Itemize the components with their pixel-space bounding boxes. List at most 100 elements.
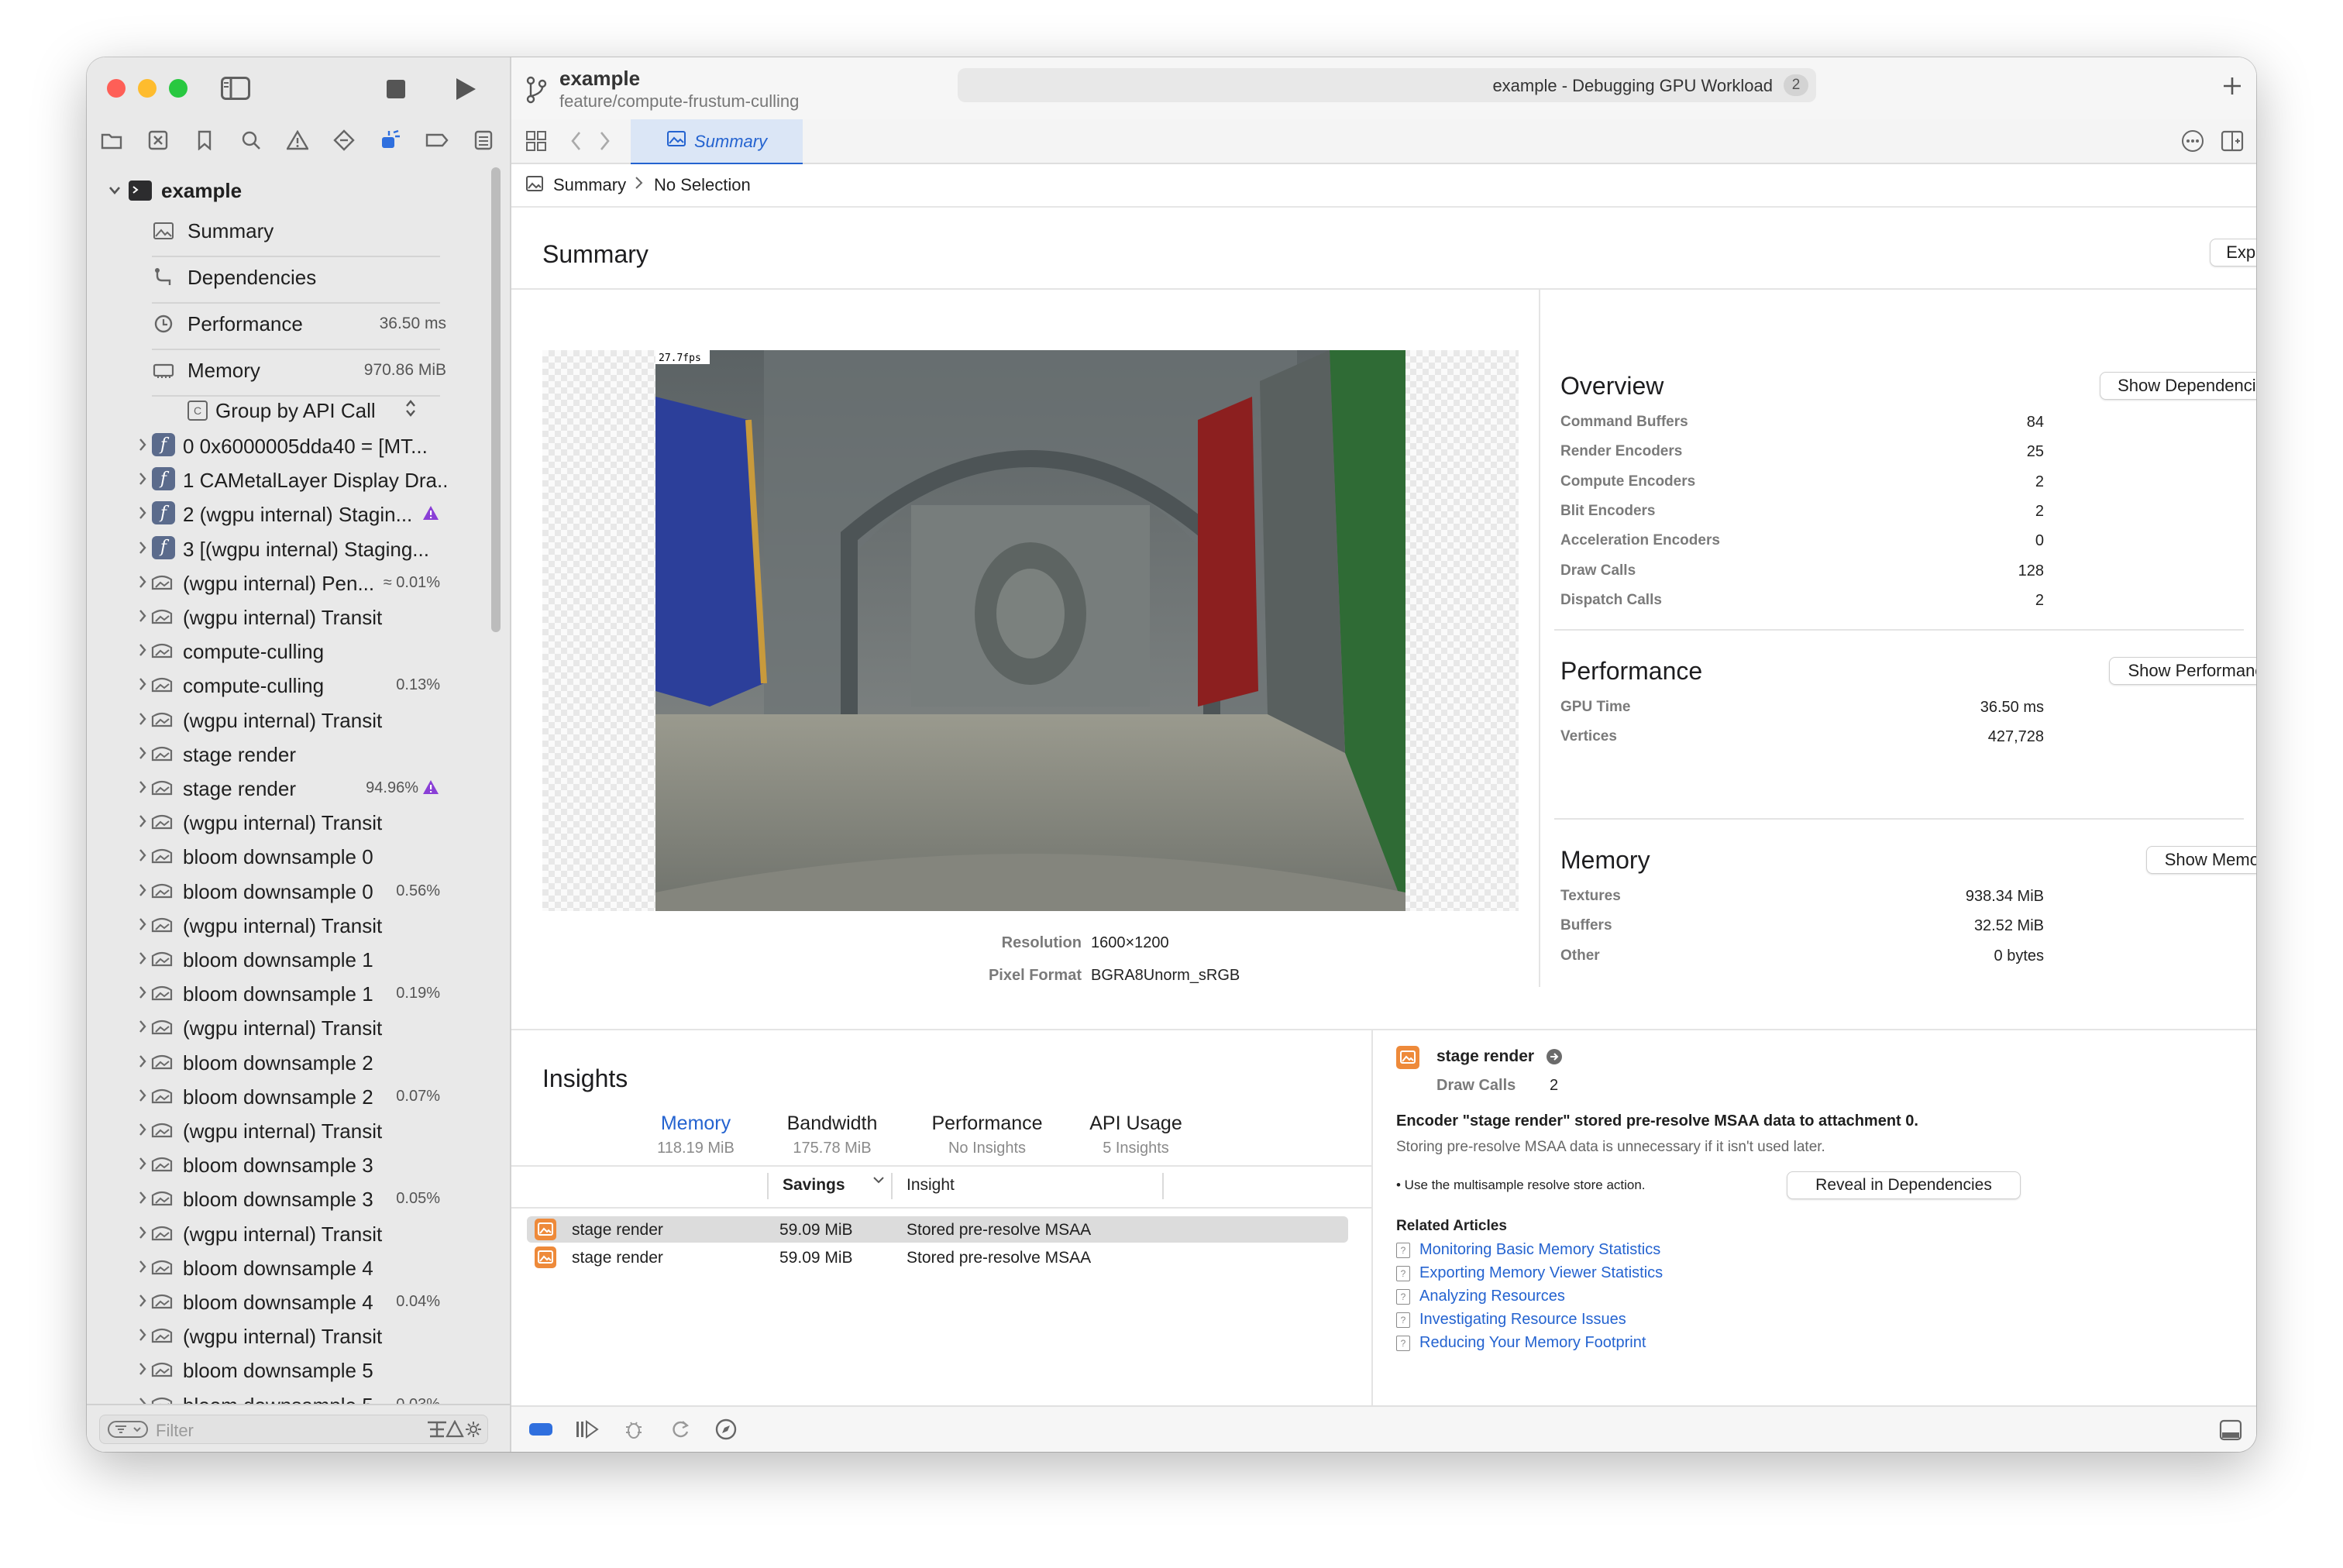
compass-icon[interactable] <box>714 1418 738 1445</box>
panel-toggle-icon[interactable] <box>2219 1419 2242 1445</box>
sidebar-item-summary[interactable]: Summary <box>87 214 490 248</box>
tree-row[interactable]: bloom downsample 0 <box>87 838 490 872</box>
tree-row[interactable]: (wgpu internal) Transit <box>87 804 490 838</box>
run-icon[interactable] <box>452 76 479 102</box>
zoom-window-button[interactable] <box>169 79 188 98</box>
bookmark-icon[interactable] <box>189 122 220 158</box>
tree-row[interactable]: (wgpu internal) Transit <box>87 907 490 941</box>
chevron-right-icon[interactable] <box>135 848 150 863</box>
sidebar-item-performance[interactable]: Performance 36.50 ms <box>87 307 490 341</box>
breakpoint-icon[interactable] <box>421 122 452 158</box>
tree-row[interactable]: f 0 0x6000005dda40 = [MT... <box>87 428 490 462</box>
warning-filter-icon[interactable] <box>446 1419 464 1442</box>
show-memory-button[interactable]: Show Memory <box>2146 846 2256 874</box>
chevron-right-icon[interactable] <box>135 471 150 487</box>
sidebar-toggle-icon[interactable] <box>218 74 253 102</box>
updown-chevron-icon[interactable] <box>404 398 417 424</box>
stop-icon[interactable] <box>384 77 408 101</box>
warning-icon[interactable] <box>421 504 440 522</box>
insight-tab-bandwidth[interactable]: Bandwidth 175.78 MiB <box>747 1112 917 1157</box>
search-icon[interactable] <box>236 122 267 158</box>
continue-icon[interactable] <box>575 1419 600 1443</box>
issue-warning-icon[interactable] <box>282 122 313 158</box>
chevron-right-icon[interactable] <box>135 437 150 452</box>
chevron-right-icon[interactable] <box>135 1225 150 1240</box>
tree-row[interactable]: bloom downsample 1 <box>87 941 490 975</box>
chevron-right-icon[interactable] <box>135 882 150 898</box>
sort-chevron-icon[interactable] <box>872 1174 885 1189</box>
chevron-right-icon[interactable] <box>135 608 150 624</box>
show-performance-button[interactable]: Show Performance <box>2109 657 2256 685</box>
tree-row[interactable]: stage render <box>87 736 490 770</box>
tab-summary[interactable]: Summary <box>631 119 803 165</box>
split-editor-icon[interactable] <box>2221 130 2244 156</box>
chevron-right-icon[interactable] <box>135 1156 150 1171</box>
test-diamond-icon[interactable] <box>329 122 360 158</box>
activity-badge[interactable]: 2 <box>1784 74 1808 96</box>
back-chevron-icon[interactable] <box>569 130 584 156</box>
tree-row[interactable]: compute-culling 0.13% <box>87 667 490 701</box>
forward-chevron-icon[interactable] <box>597 130 612 156</box>
tree-row[interactable]: bloom downsample 4 <box>87 1250 490 1284</box>
chevron-right-icon[interactable] <box>135 676 150 692</box>
reveal-in-dependencies-button[interactable]: Reveal in Dependencies <box>1787 1171 2021 1199</box>
table-row[interactable]: stage render 59.09 MiB Stored pre-resolve … <box>527 1244 1348 1271</box>
chevron-right-icon[interactable] <box>135 505 150 521</box>
tree-row[interactable]: (wgpu internal) Transit <box>87 1318 490 1352</box>
table-row[interactable]: stage render 59.09 MiB Stored pre-resolve … <box>527 1216 1348 1243</box>
tree-row[interactable]: f 3 [(wgpu internal) Staging... <box>87 531 490 565</box>
tree-row[interactable]: (wgpu internal) Transit <box>87 1216 490 1250</box>
savings-column-header[interactable]: Savings <box>783 1176 845 1195</box>
debug-area-toggle-icon[interactable] <box>528 1421 553 1442</box>
insight-tab-api-usage[interactable]: API Usage 5 Insights <box>1051 1112 1221 1157</box>
tree-root[interactable]: example <box>87 174 490 208</box>
settings-filter-icon[interactable] <box>464 1420 483 1442</box>
tree-row[interactable]: (wgpu internal) Transit <box>87 1009 490 1044</box>
tree-row[interactable]: f 1 CAMetalLayer Display Dra... <box>87 462 490 496</box>
chevron-right-icon[interactable] <box>135 1327 150 1343</box>
group-by-selector[interactable]: C Group by API Call <box>87 394 490 428</box>
tree-row[interactable]: bloom downsample 1 0.19% <box>87 975 490 1009</box>
chevron-right-icon[interactable] <box>135 916 150 932</box>
chevron-right-icon[interactable] <box>135 1361 150 1377</box>
report-icon[interactable] <box>468 122 499 158</box>
chevron-right-icon[interactable] <box>135 745 150 761</box>
chevron-right-icon[interactable] <box>135 574 150 590</box>
source-control-icon[interactable] <box>143 122 174 158</box>
minimize-window-button[interactable] <box>138 79 157 98</box>
warning-icon[interactable] <box>421 778 440 796</box>
chevron-right-icon[interactable] <box>135 1190 150 1205</box>
add-icon[interactable] <box>2221 74 2244 98</box>
more-options-icon[interactable] <box>2180 129 2205 157</box>
tree-row[interactable]: bloom downsample 4 0.04% <box>87 1284 490 1318</box>
related-article-link[interactable]: Investigating Resource Issues <box>1419 1311 1626 1329</box>
chevron-right-icon[interactable] <box>135 779 150 795</box>
grid-icon[interactable] <box>525 130 547 156</box>
tree-row[interactable]: bloom downsample 2 0.07% <box>87 1078 490 1112</box>
chevron-right-icon[interactable] <box>135 1259 150 1274</box>
related-article-link[interactable]: Reducing Your Memory Footprint <box>1419 1334 1646 1352</box>
chevron-right-icon[interactable] <box>135 1088 150 1103</box>
tree-row[interactable]: bloom downsample 3 0.05% <box>87 1181 490 1215</box>
rendered-frame-image[interactable]: 27.7fps <box>655 350 1405 911</box>
chevron-right-icon[interactable] <box>135 813 150 829</box>
chevron-right-icon[interactable] <box>135 540 150 555</box>
chevron-right-icon[interactable] <box>135 1293 150 1308</box>
tree-row[interactable]: (wgpu internal) Transit <box>87 599 490 633</box>
insight-column-header[interactable]: Insight <box>907 1176 955 1195</box>
sidebar-item-dependencies[interactable]: Dependencies <box>87 260 490 294</box>
chevron-right-icon[interactable] <box>135 985 150 1000</box>
close-window-button[interactable] <box>107 79 126 98</box>
tree-row[interactable]: bloom downsample 5 <box>87 1352 490 1386</box>
related-article-link[interactable]: Exporting Memory Viewer Statistics <box>1419 1264 1663 1282</box>
sidebar-scrollbar[interactable] <box>491 167 501 632</box>
show-dependencies-button[interactable]: Show Dependencies <box>2100 372 2256 400</box>
debug-navigator-icon[interactable] <box>375 122 406 158</box>
tree-row[interactable]: bloom downsample 0 0.56% <box>87 873 490 907</box>
chevron-right-icon[interactable] <box>135 1122 150 1137</box>
chevron-right-icon[interactable] <box>135 711 150 727</box>
related-article-link[interactable]: Analyzing Resources <box>1419 1288 1565 1305</box>
tree-row[interactable]: f 2 (wgpu internal) Stagin... <box>87 496 490 530</box>
reload-icon[interactable] <box>669 1418 691 1445</box>
tree-row[interactable]: (wgpu internal) Transit <box>87 1112 490 1147</box>
